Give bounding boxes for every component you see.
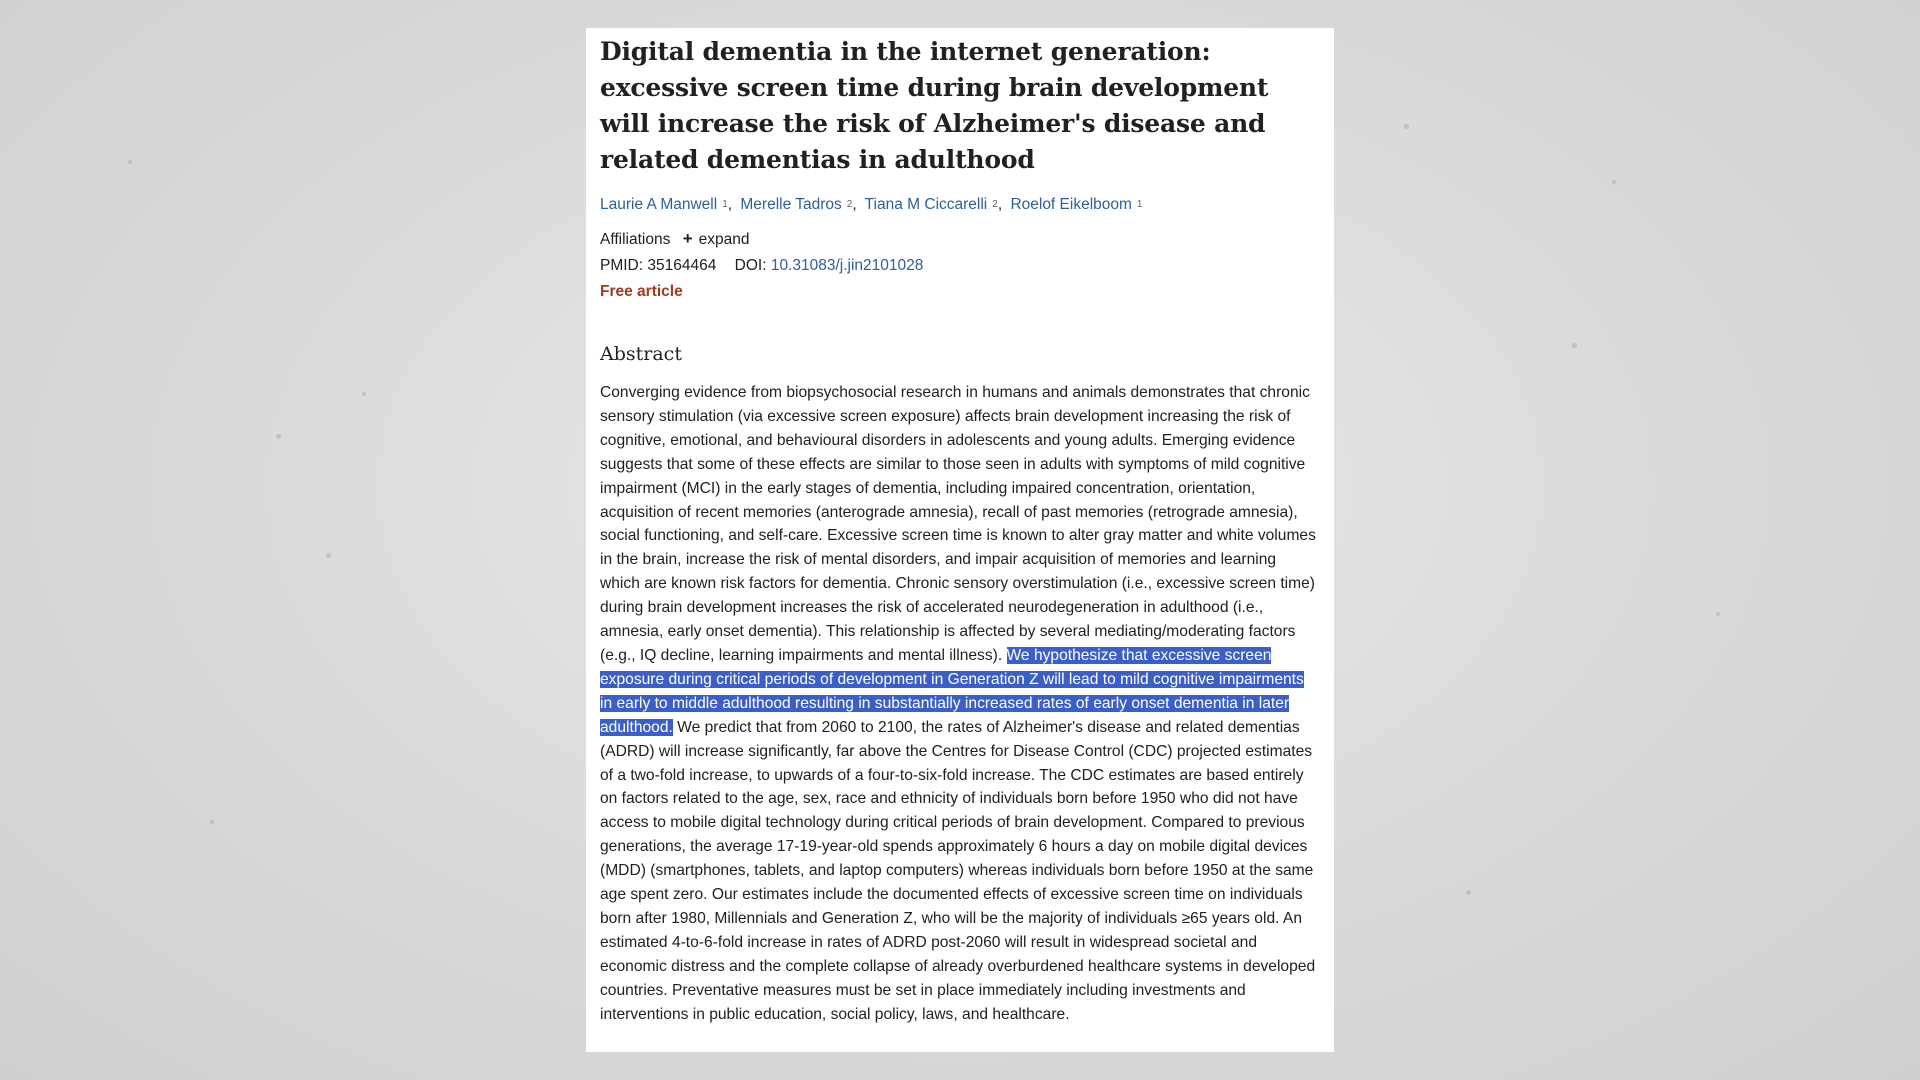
backdrop-speck: [210, 820, 214, 824]
expand-label: expand: [698, 231, 750, 248]
author-separator: ,: [852, 196, 857, 213]
affiliation-number[interactable]: 1: [722, 199, 728, 210]
expand-affiliations-button[interactable]: + expand: [682, 229, 750, 248]
author-link[interactable]: Tiana M Ciccarelli: [865, 196, 988, 213]
backdrop-speck: [1716, 612, 1720, 616]
author-list: Laurie A Manwell 1, Merelle Tadros 2, Tian…: [600, 194, 1320, 216]
abstract-heading: Abstract: [600, 343, 682, 365]
author-separator: ,: [997, 196, 1003, 213]
backdrop-speck: [1466, 890, 1471, 895]
backdrop-speck: [362, 392, 366, 396]
author-link[interactable]: Laurie A Manwell: [600, 196, 717, 213]
author-separator: ,: [727, 196, 733, 213]
abstract-text-part: Converging evidence from biopsychosocial…: [600, 384, 1316, 664]
identifiers-row: PMID: 35164464 DOI: 10.31083/j.jin210102…: [600, 255, 1320, 277]
backdrop-speck: [276, 434, 281, 439]
pmid-value: 35164464: [647, 257, 717, 274]
author-link[interactable]: Roelof Eikelboom: [1010, 196, 1131, 213]
backdrop-speck: [1572, 343, 1577, 348]
affiliation-number[interactable]: 1: [1137, 199, 1143, 210]
free-article-badge: Free article: [600, 283, 683, 300]
backdrop-speck: [128, 160, 132, 164]
doi-link[interactable]: 10.31083/j.jin2101028: [771, 257, 924, 274]
author-link[interactable]: Merelle Tadros: [740, 196, 841, 213]
backdrop-speck: [326, 553, 331, 558]
pmid-label: PMID:: [600, 257, 644, 274]
doi-label: DOI:: [734, 257, 767, 274]
article-card: Digital dementia in the internet generat…: [586, 28, 1334, 1052]
abstract-text-part: We predict that from 2060 to 2100, the r…: [600, 718, 1316, 1023]
backdrop-speck: [1612, 180, 1616, 184]
abstract-text[interactable]: Converging evidence from biopsychosocial…: [600, 381, 1320, 1026]
affiliations-label: Affiliations: [600, 231, 671, 248]
backdrop-speck: [1404, 124, 1409, 129]
affiliations-row: Affiliations + expand: [600, 228, 1320, 251]
plus-icon: +: [682, 229, 693, 248]
article-title: Digital dementia in the internet generat…: [600, 37, 1269, 174]
affiliation-number[interactable]: 2: [992, 199, 998, 210]
